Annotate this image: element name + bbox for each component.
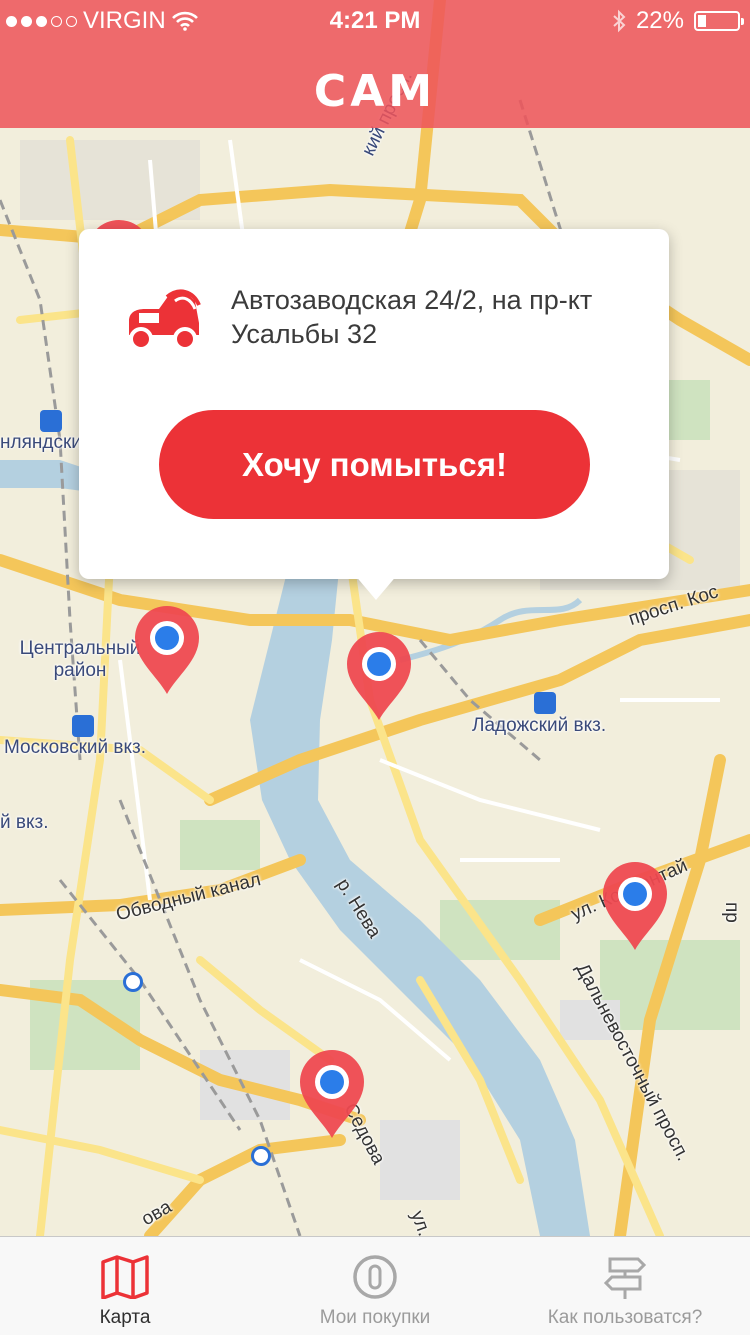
app-logo: CAM [313,66,437,117]
map-pin[interactable] [601,860,669,952]
tab-purchases[interactable]: Мои покупки [250,1237,500,1335]
bluetooth-icon [613,9,626,33]
tab-how-to-use-label: Как пользоватся? [547,1307,703,1328]
map-view[interactable]: кий просп. нляндски Центральный район Мо… [0,0,750,1236]
map-label-moskovsky: Московский вкз. [4,737,147,758]
map-pin[interactable] [298,1048,366,1140]
map-pin[interactable] [133,604,201,696]
map-pin[interactable] [345,630,413,722]
metro-station-icon [123,972,143,992]
tab-purchases-label: Мои покупки [319,1307,431,1328]
want-wash-button[interactable]: Хочу помыться! [159,410,590,519]
battery-icon [694,11,744,31]
map-label-finlyandsky: нляндски [0,432,82,453]
tab-map-label: Карта [99,1307,151,1328]
car-wash-popup: Автозаводская 24/2, на пр-кт Усальбы 32 … [79,229,669,579]
metro-station-icon [251,1146,271,1166]
status-bar: VIRGIN 4:21 PM 22% [0,0,750,40]
map-label-vkz-fragment: й вкз. [0,812,49,833]
tab-bar: Карта Мои покупки Как пользоватся? [0,1236,750,1335]
signpost-icon [603,1257,647,1299]
tab-how-to-use[interactable]: Как пользоватся? [500,1237,750,1335]
battery-percent: 22% [635,7,684,34]
tab-map[interactable]: Карта [0,1237,250,1335]
app-header: VIRGIN 4:21 PM 22% CAM [0,0,750,128]
car-wash-icon [129,289,201,351]
map-icon [101,1255,149,1299]
map-label-ladozhsky: Ладожский вкз. [472,715,607,736]
train-station-icon [534,692,556,714]
coin-icon [353,1255,397,1299]
status-right: 22% [612,7,744,35]
train-station-icon [40,410,62,432]
map-label-pr-fragment: пр [721,902,742,923]
popup-pointer [354,574,398,600]
train-station-icon [72,715,94,737]
car-wash-address: Автозаводская 24/2, на пр-кт Усальбы 32 [231,285,593,349]
